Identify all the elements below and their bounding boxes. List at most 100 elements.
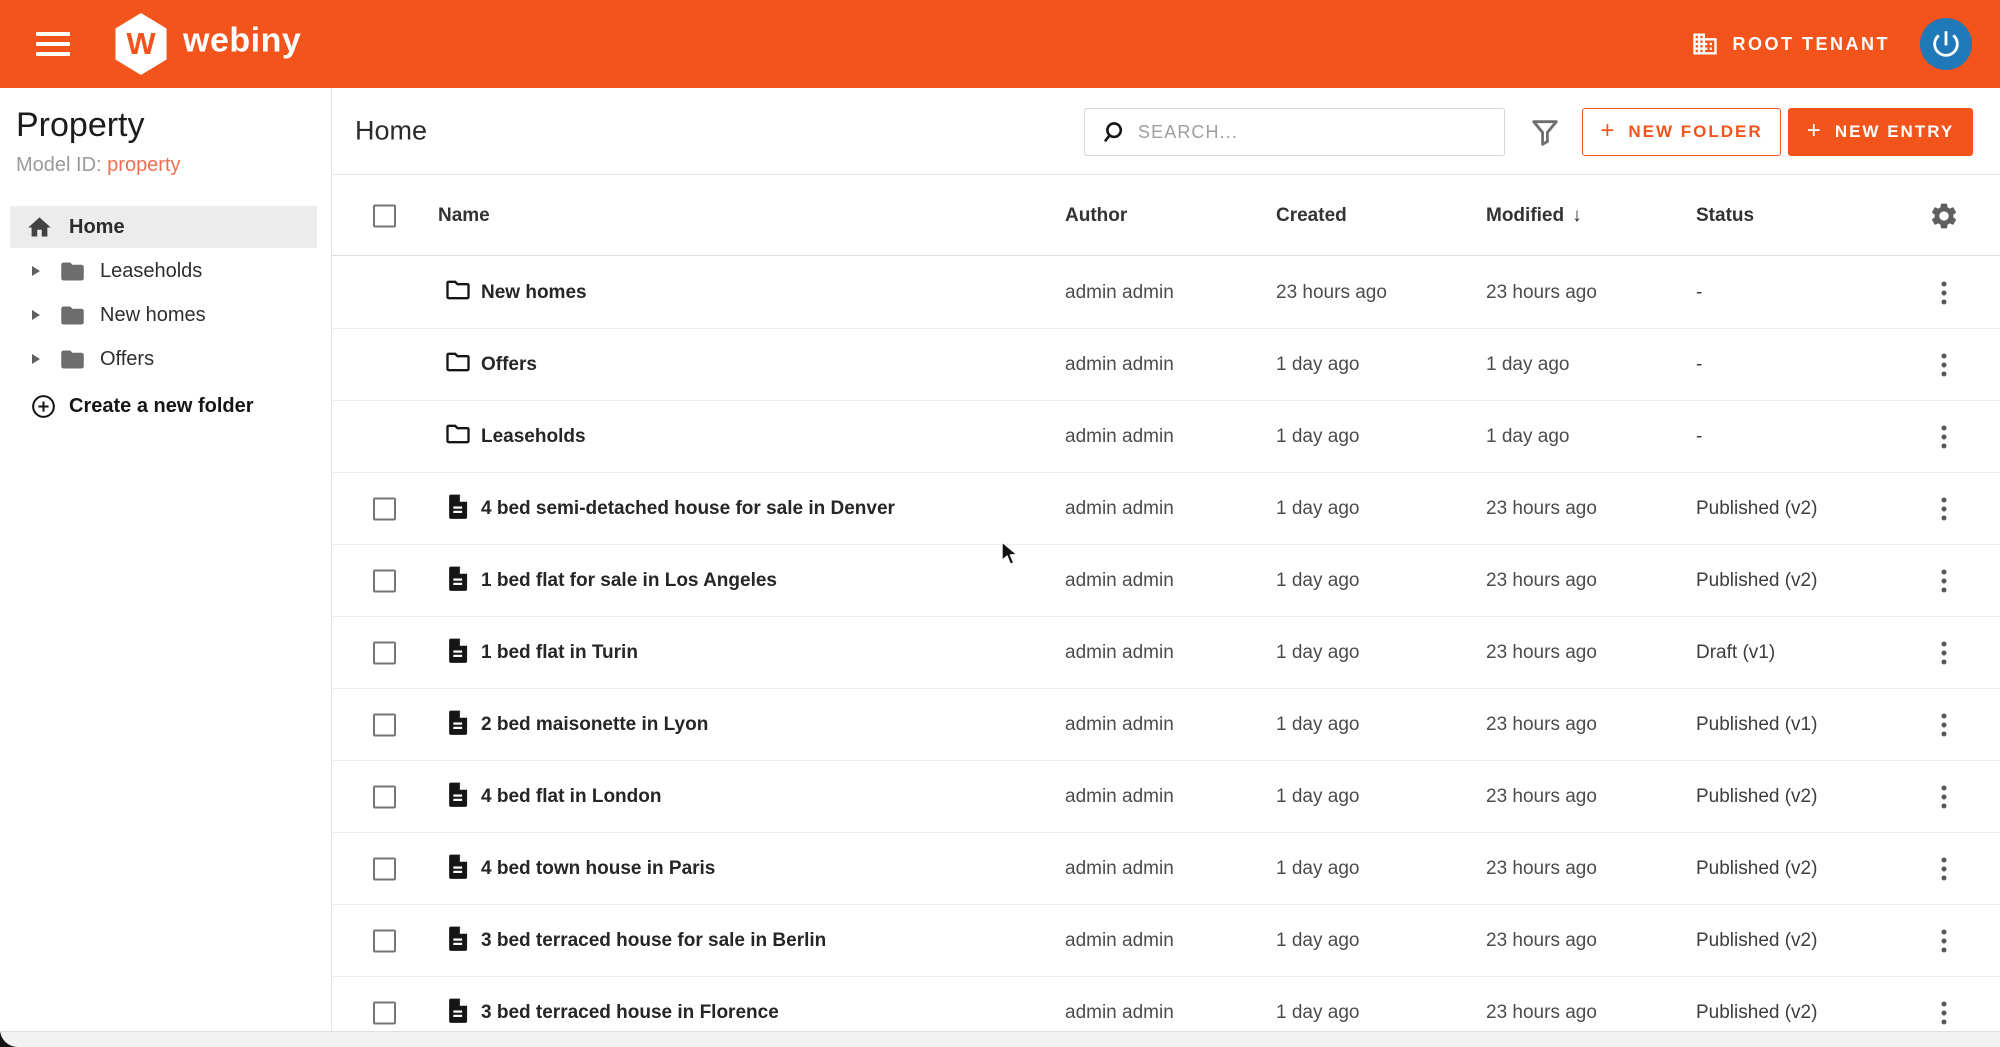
kebab-menu-icon[interactable] xyxy=(1932,851,1957,886)
row-name-link[interactable]: Leaseholds xyxy=(481,426,586,448)
create-folder-label: Create a new folder xyxy=(69,395,254,418)
new-folder-button[interactable]: + NEW FOLDER xyxy=(1582,108,1781,156)
user-avatar[interactable] xyxy=(1920,18,1972,70)
table-row[interactable]: 1 bed flat in Turin admin admin 1 day ag… xyxy=(332,617,2000,689)
chevron-right-icon[interactable] xyxy=(32,310,40,320)
row-actions-menu[interactable] xyxy=(1932,563,1957,598)
row-name-link[interactable]: 1 bed flat for sale in Los Angeles xyxy=(481,570,777,592)
sidebar-home-label: Home xyxy=(69,216,125,239)
row-author: admin admin xyxy=(1065,786,1174,808)
column-header-name[interactable]: Name xyxy=(438,205,490,227)
row-name-link[interactable]: 3 bed terraced house in Florence xyxy=(481,1002,779,1024)
row-status: Published (v2) xyxy=(1696,786,1817,808)
file-icon xyxy=(444,996,472,1030)
row-actions-menu[interactable] xyxy=(1932,851,1957,886)
horizontal-scrollbar[interactable] xyxy=(0,1031,2000,1047)
row-checkbox[interactable] xyxy=(373,641,396,664)
file-icon xyxy=(444,492,472,526)
model-title: Property xyxy=(16,106,145,145)
row-checkbox[interactable] xyxy=(373,497,396,520)
kebab-menu-icon[interactable] xyxy=(1932,635,1957,670)
row-modified: 23 hours ago xyxy=(1486,498,1597,520)
plus-circle-icon xyxy=(30,393,57,420)
row-status: Published (v1) xyxy=(1696,714,1817,736)
column-header-modified[interactable]: Modified↓ xyxy=(1486,205,1582,227)
table-row[interactable]: New homes admin admin 23 hours ago 23 ho… xyxy=(332,257,2000,329)
row-name-link[interactable]: 3 bed terraced house for sale in Berlin xyxy=(481,930,826,952)
table-row[interactable]: 4 bed semi-detached house for sale in De… xyxy=(332,473,2000,545)
row-created: 1 day ago xyxy=(1276,570,1359,592)
kebab-menu-icon[interactable] xyxy=(1932,563,1957,598)
row-name-link[interactable]: 4 bed flat in London xyxy=(481,786,661,808)
row-name-link[interactable]: 4 bed semi-detached house for sale in De… xyxy=(481,498,895,520)
webiny-logo-icon[interactable]: W xyxy=(112,13,170,75)
row-actions-menu[interactable] xyxy=(1932,347,1957,382)
create-folder-button[interactable]: Create a new folder xyxy=(30,393,254,420)
column-header-created[interactable]: Created xyxy=(1276,205,1347,227)
table-row[interactable]: 4 bed flat in London admin admin 1 day a… xyxy=(332,761,2000,833)
row-actions-menu[interactable] xyxy=(1932,779,1957,814)
row-created: 1 day ago xyxy=(1276,498,1359,520)
kebab-menu-icon[interactable] xyxy=(1932,419,1957,454)
column-header-status[interactable]: Status xyxy=(1696,205,1754,227)
new-entry-button[interactable]: + NEW ENTRY xyxy=(1788,108,1973,156)
kebab-menu-icon[interactable] xyxy=(1932,779,1957,814)
folder-icon xyxy=(444,420,472,454)
tenant-selector[interactable]: ROOT TENANT xyxy=(1691,30,1891,58)
menu-icon[interactable] xyxy=(36,26,70,62)
folder-icon xyxy=(59,346,86,373)
search-input[interactable] xyxy=(1138,122,1468,143)
row-checkbox[interactable] xyxy=(373,1001,396,1024)
row-name-link[interactable]: Offers xyxy=(481,354,537,376)
row-modified: 1 day ago xyxy=(1486,354,1569,376)
row-name-link[interactable]: 4 bed town house in Paris xyxy=(481,858,715,880)
model-id-value[interactable]: property xyxy=(107,154,180,176)
row-actions-menu[interactable] xyxy=(1932,923,1957,958)
row-checkbox[interactable] xyxy=(373,857,396,880)
table-row[interactable]: 1 bed flat for sale in Los Angeles admin… xyxy=(332,545,2000,617)
row-actions-menu[interactable] xyxy=(1932,491,1957,526)
row-actions-menu[interactable] xyxy=(1932,707,1957,742)
table-header: Name Author Created Modified↓ Status xyxy=(332,176,2000,256)
page-title: Home xyxy=(355,116,427,147)
row-created: 1 day ago xyxy=(1276,930,1359,952)
tenant-label: ROOT TENANT xyxy=(1733,34,1891,55)
model-id: Model ID: property xyxy=(16,154,181,177)
row-created: 1 day ago xyxy=(1276,642,1359,664)
sidebar-folder-item[interactable]: New homes xyxy=(0,293,331,337)
row-actions-menu[interactable] xyxy=(1932,275,1957,310)
row-actions-menu[interactable] xyxy=(1932,635,1957,670)
row-name-link[interactable]: New homes xyxy=(481,282,587,304)
filter-button[interactable] xyxy=(1528,116,1562,150)
sidebar-item-home[interactable]: Home xyxy=(10,206,317,248)
sidebar-folder-item[interactable]: Offers xyxy=(0,337,331,381)
row-checkbox[interactable] xyxy=(373,569,396,592)
row-checkbox[interactable] xyxy=(373,929,396,952)
table-row[interactable]: 4 bed town house in Paris admin admin 1 … xyxy=(332,833,2000,905)
table-row[interactable]: 3 bed terraced house for sale in Berlin … xyxy=(332,905,2000,977)
sidebar-folder-item[interactable]: Leaseholds xyxy=(0,249,331,293)
row-status: - xyxy=(1696,354,1702,376)
select-all-checkbox[interactable] xyxy=(373,204,396,227)
kebab-menu-icon[interactable] xyxy=(1932,491,1957,526)
table-settings-button[interactable] xyxy=(1929,200,1960,231)
kebab-menu-icon[interactable] xyxy=(1932,275,1957,310)
kebab-menu-icon[interactable] xyxy=(1932,923,1957,958)
table-row[interactable]: Offers admin admin 1 day ago 1 day ago - xyxy=(332,329,2000,401)
kebab-menu-icon[interactable] xyxy=(1932,995,1957,1030)
row-actions-menu[interactable] xyxy=(1932,419,1957,454)
row-actions-menu[interactable] xyxy=(1932,995,1957,1030)
table-row[interactable]: 3 bed terraced house in Florence admin a… xyxy=(332,977,2000,1031)
table-row[interactable]: Leaseholds admin admin 1 day ago 1 day a… xyxy=(332,401,2000,473)
kebab-menu-icon[interactable] xyxy=(1932,347,1957,382)
row-name-link[interactable]: 1 bed flat in Turin xyxy=(481,642,638,664)
column-header-author[interactable]: Author xyxy=(1065,205,1127,227)
table-row[interactable]: 2 bed maisonette in Lyon admin admin 1 d… xyxy=(332,689,2000,761)
row-name-link[interactable]: 2 bed maisonette in Lyon xyxy=(481,714,708,736)
kebab-menu-icon[interactable] xyxy=(1932,707,1957,742)
row-checkbox[interactable] xyxy=(373,713,396,736)
chevron-right-icon[interactable] xyxy=(32,354,40,364)
row-checkbox[interactable] xyxy=(373,785,396,808)
chevron-right-icon[interactable] xyxy=(32,266,40,276)
file-icon xyxy=(444,852,472,886)
